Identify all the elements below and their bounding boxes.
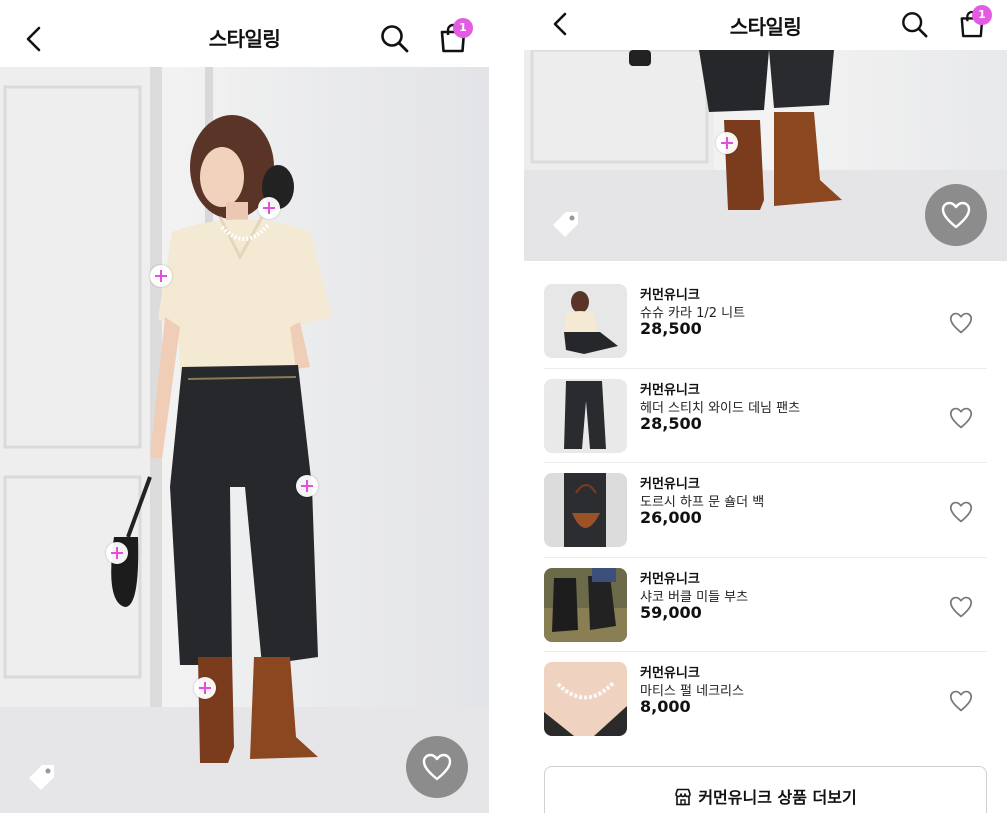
hotspot-necklace[interactable] (258, 197, 280, 219)
product-list: 커먼유니크 슈슈 카라 1/2 니트 28,500 커먼유니크 헤더 스티치 와… (544, 274, 987, 747)
product-thumbnail[interactable] (544, 378, 627, 453)
like-fab[interactable] (406, 736, 468, 798)
product-thumbnail[interactable] (544, 473, 627, 547)
cart-badge: 1 (453, 18, 473, 38)
product-item[interactable]: 커먼유니크 헤더 스티치 와이드 데님 팬츠 28,500 (544, 369, 987, 463)
product-item[interactable]: 커먼유니크 도르시 하프 문 숄더 백 26,000 (544, 463, 987, 558)
heart-icon (941, 201, 971, 229)
product-item[interactable]: 커먼유니크 샤코 버클 미들 부츠 59,000 (544, 558, 987, 652)
product-price: 8,000 (640, 697, 691, 716)
hotspot-sweater[interactable] (150, 265, 172, 287)
product-price: 26,000 (640, 508, 702, 527)
heart-icon (949, 312, 973, 334)
more-products-button[interactable]: 커먼유니크 상품 더보기 (544, 766, 987, 813)
more-products-label: 커먼유니크 상품 더보기 (698, 788, 857, 807)
screen-gap (489, 0, 524, 813)
model-illustration (0, 67, 489, 813)
search-icon (381, 25, 409, 53)
product-brand: 커먼유니크 (640, 477, 700, 492)
tag-icon (553, 212, 578, 237)
more-products-label-wrap: 커먼유니크 상품 더보기 (545, 784, 986, 808)
cart-badge: 1 (972, 5, 992, 25)
search-icon (902, 12, 928, 38)
tag-toggle-button[interactable] (28, 763, 56, 795)
hotspot-jeans[interactable] (296, 475, 318, 497)
product-price: 28,500 (640, 413, 702, 433)
product-item[interactable]: 커먼유니크 슈슈 카라 1/2 니트 28,500 (544, 274, 987, 369)
top-bar: 스타일링 1 (0, 0, 489, 67)
styling-photo (0, 67, 489, 813)
styling-screen-right: 스타일링 1 커먼유니크 슈슈 카라 1/2 니트 28,500 커먼유니크 헤… (524, 0, 1007, 813)
product-brand: 커먼유니크 (640, 382, 700, 398)
product-price: 28,500 (640, 319, 702, 338)
product-like-button[interactable] (949, 690, 973, 716)
top-bar: 스타일링 1 (524, 0, 1007, 50)
heart-icon (949, 690, 973, 712)
tag-toggle-button[interactable] (552, 210, 580, 242)
styling-screen-left: 스타일링 1 (0, 0, 489, 813)
store-icon (675, 788, 692, 806)
product-brand: 커먼유니크 (640, 288, 700, 303)
product-price: 59,000 (640, 602, 702, 622)
search-button[interactable] (901, 11, 929, 39)
product-thumbnail[interactable] (544, 284, 627, 358)
product-thumbnail[interactable] (544, 662, 627, 736)
product-item[interactable]: 커먼유니크 마티스 펄 네크리스 8,000 (544, 652, 987, 747)
tag-icon (29, 765, 54, 790)
page-title: 스타일링 (729, 15, 802, 39)
like-fab[interactable] (925, 184, 987, 246)
styling-photo-cropped (524, 50, 1007, 261)
heart-icon (949, 407, 973, 428)
search-button[interactable] (380, 24, 410, 54)
product-like-button[interactable] (949, 501, 973, 527)
product-like-button[interactable] (949, 407, 973, 433)
product-like-button[interactable] (949, 312, 973, 338)
heart-icon (422, 753, 452, 781)
product-thumbnail[interactable] (544, 567, 627, 642)
page-title: 스타일링 (208, 27, 281, 51)
hotspot-boots[interactable] (194, 677, 216, 699)
heart-icon (949, 596, 973, 617)
product-like-button[interactable] (949, 596, 973, 622)
hotspot-bag[interactable] (106, 542, 128, 564)
hotspot-boots[interactable] (716, 132, 738, 154)
product-brand: 커먼유니크 (640, 571, 700, 587)
heart-icon (949, 501, 973, 523)
product-brand: 커먼유니크 (640, 666, 700, 681)
